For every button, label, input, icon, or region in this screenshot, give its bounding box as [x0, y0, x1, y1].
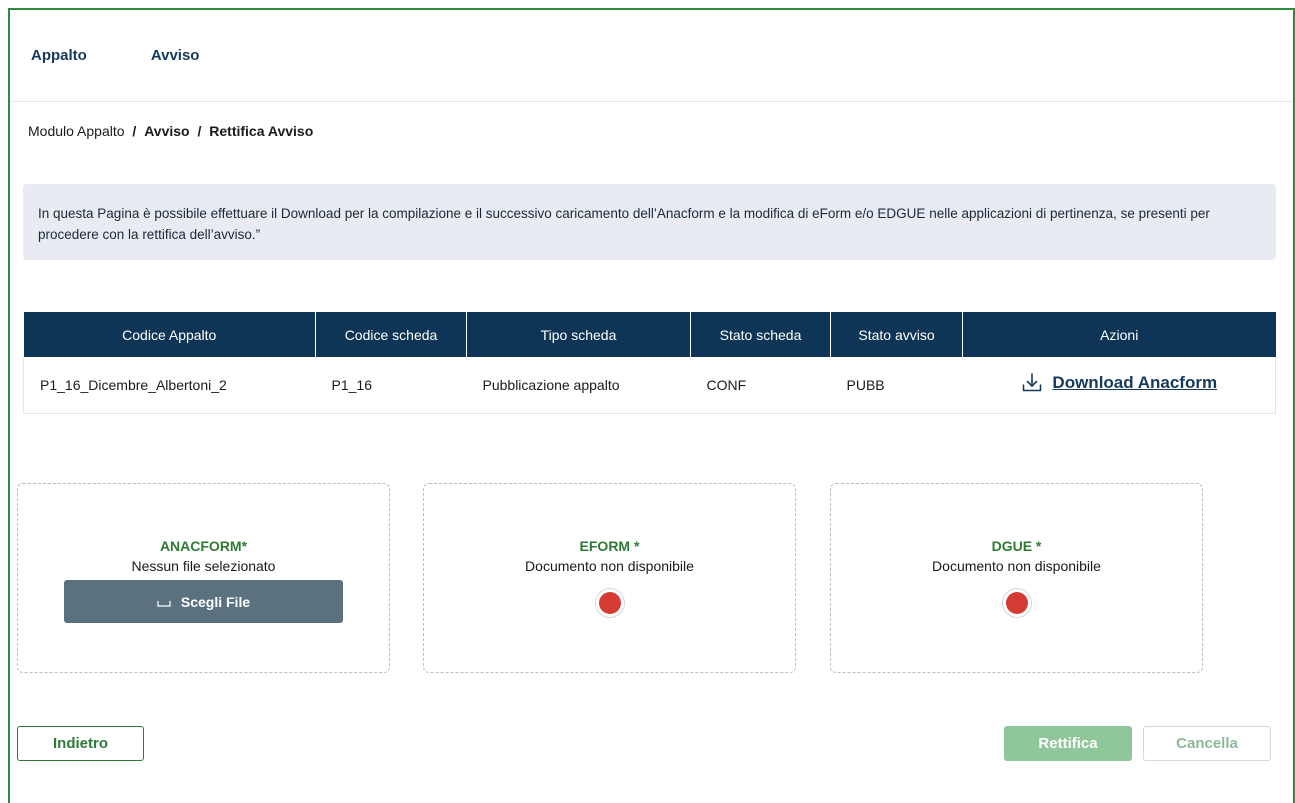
download-anacform-link[interactable]: Download Anacform — [1020, 371, 1217, 395]
breadcrumb-root[interactable]: Modulo Appalto — [28, 123, 125, 139]
upload-card-dgue: DGUE * Documento non disponibile — [830, 483, 1203, 673]
cancel-button[interactable]: Cancella — [1143, 726, 1271, 761]
upload-card-anacform: ANACFORM* Nessun file selezionato Scegli… — [17, 483, 390, 673]
cell-stato-scheda: CONF — [690, 357, 831, 414]
eform-status-indicator — [594, 588, 625, 618]
eform-status: Documento non disponibile — [525, 558, 694, 574]
choose-file-label: Scegli File — [180, 593, 251, 610]
info-text: In questa Pagina è possibile effettuare … — [38, 206, 1210, 242]
red-dot-icon — [1005, 592, 1028, 614]
upload-icon — [157, 600, 171, 607]
cell-stato-avviso: PUBB — [830, 357, 963, 414]
col-azioni: Azioni — [962, 312, 1276, 357]
breadcrumb: Modulo Appalto / Avviso / Rettifica Avvi… — [28, 123, 313, 139]
red-dot-icon — [598, 592, 621, 614]
table-row: P1_16_Dicembre_Albertoni_2 P1_16 Pubblic… — [23, 357, 1276, 414]
anacform-file-status: Nessun file selezionato — [131, 558, 276, 574]
top-nav: Appalto Avviso — [10, 10, 1293, 102]
col-tipo-scheda: Tipo scheda — [466, 312, 691, 357]
col-codice-appalto: Codice Appalto — [23, 312, 316, 357]
rettifica-button[interactable]: Rettifica — [1004, 726, 1132, 761]
col-stato-avviso: Stato avviso — [830, 312, 963, 357]
cell-azioni: Download Anacform — [962, 357, 1276, 414]
back-button[interactable]: Indietro — [17, 726, 144, 761]
breadcrumb-level1[interactable]: Avviso — [144, 123, 189, 139]
download-icon — [1023, 373, 1042, 392]
download-anacform-label: Download Anacform — [1052, 373, 1218, 393]
dgue-status: Documento non disponibile — [932, 558, 1101, 574]
dgue-title: DGUE * — [991, 538, 1042, 554]
appalto-table: Codice Appalto Codice scheda Tipo scheda… — [23, 312, 1276, 414]
anacform-title: ANACFORM* — [159, 538, 248, 554]
breadcrumb-current: Rettifica Avviso — [209, 123, 314, 139]
upload-card-eform: EFORM * Documento non disponibile — [423, 483, 796, 673]
dgue-status-indicator — [1001, 588, 1032, 618]
cell-codice-appalto: P1_16_Dicembre_Albertoni_2 — [23, 357, 316, 414]
eform-title: EFORM * — [579, 538, 640, 554]
col-stato-scheda: Stato scheda — [690, 312, 831, 357]
col-codice-scheda: Codice scheda — [315, 312, 467, 357]
breadcrumb-separator: / — [197, 123, 202, 139]
page-frame: Appalto Avviso Modulo Appalto / Avviso /… — [8, 8, 1295, 803]
table-header-row: Codice Appalto Codice scheda Tipo scheda… — [23, 312, 1276, 357]
cell-tipo-scheda: Pubblicazione appalto — [466, 357, 691, 414]
nav-item-appalto[interactable]: Appalto — [31, 47, 87, 64]
nav-item-avviso[interactable]: Avviso — [151, 47, 200, 64]
choose-file-button[interactable]: Scegli File — [64, 580, 343, 623]
cell-codice-scheda: P1_16 — [315, 357, 467, 414]
breadcrumb-separator: / — [132, 123, 137, 139]
info-box: In questa Pagina è possibile effettuare … — [23, 184, 1276, 260]
